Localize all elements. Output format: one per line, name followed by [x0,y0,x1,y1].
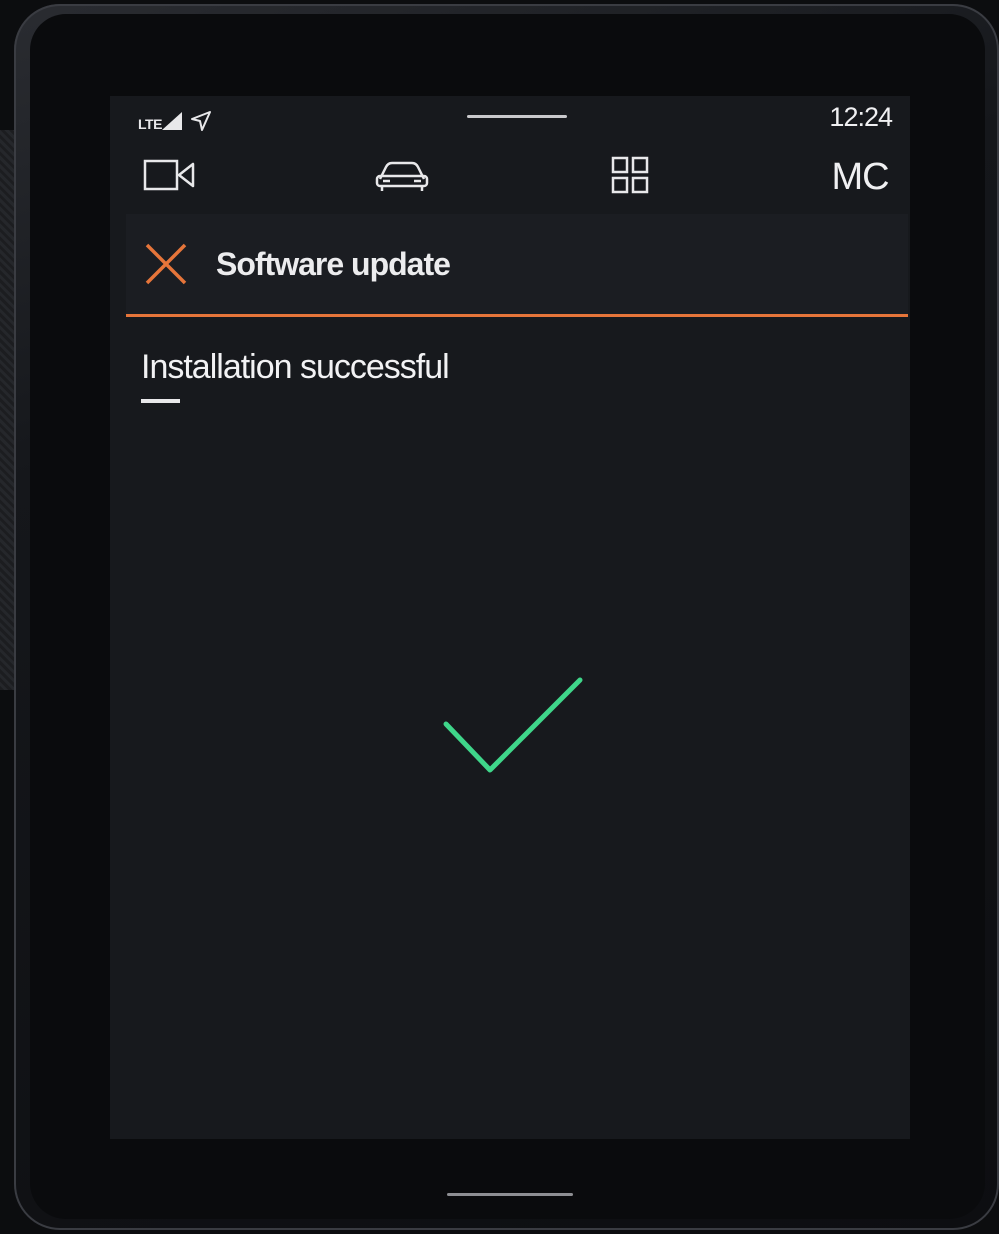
camera-button[interactable] [140,152,200,202]
apps-button[interactable] [602,152,658,202]
top-drag-handle[interactable] [467,115,567,118]
close-icon [144,242,188,291]
installation-status: Installation successful [141,348,450,386]
network-type: LTE [138,115,162,132]
status-indicators: LTE [138,110,212,137]
app-grid-icon [610,155,650,200]
navigation-arrow-icon [190,110,212,137]
page-header: Software update [126,214,908,317]
car-icon [374,157,430,198]
status-bar: LTE 12:24 [110,96,910,144]
top-navigation: MC [110,144,910,210]
page-title: Software update [216,246,451,282]
video-camera-icon [143,158,197,197]
close-button[interactable] [144,242,188,291]
clock: 12:24 [829,102,893,132]
profile-button[interactable]: MC [822,152,898,202]
bottom-drag-handle[interactable] [447,1193,573,1196]
checkmark-icon [440,674,590,784]
signal-icon [161,112,182,135]
status-underline [141,399,180,403]
infotainment-screen: LTE 12:24 MC Software update Installatio… [110,96,910,1139]
dashboard-trim [0,130,14,690]
car-button[interactable] [368,152,436,202]
